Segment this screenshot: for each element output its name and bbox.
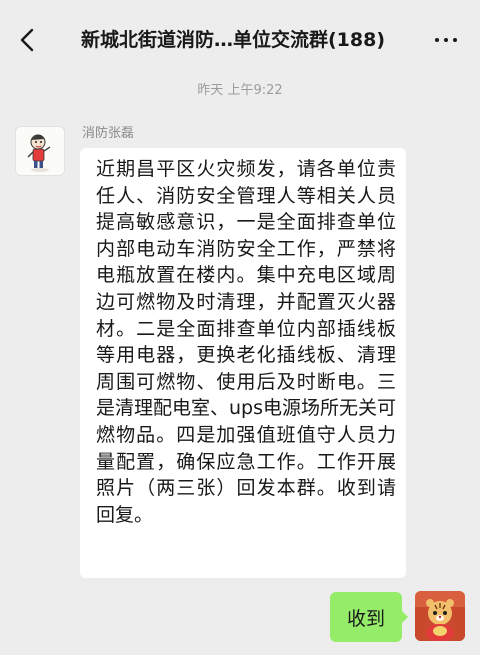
sender-avatar[interactable]	[15, 126, 65, 176]
my-avatar[interactable]	[415, 591, 465, 641]
tiger-mascot-avatar-icon	[415, 591, 465, 641]
more-dots-icon	[435, 38, 439, 42]
message-timestamp: 昨天 上午9:22	[197, 83, 283, 98]
cartoon-boy-avatar-icon	[27, 134, 51, 172]
more-button[interactable]	[428, 26, 464, 54]
back-button[interactable]	[12, 22, 42, 58]
outgoing-message-bubble[interactable]: 收到	[330, 592, 408, 642]
chat-title: 新城北街道消防…单位交流群(188)	[80, 29, 386, 51]
chevron-left-icon	[20, 28, 34, 52]
incoming-message-bubble[interactable]: 近期昌平区火灾频发，请各单位责任人、消防安全管理人等相关人员提高敏感意识，一是全…	[80, 148, 406, 578]
more-dot	[453, 38, 457, 42]
sender-name: 消防张磊	[82, 126, 135, 141]
chat-header: 新城北街道消防…单位交流群(188)	[0, 0, 480, 80]
more-dot	[444, 38, 448, 42]
